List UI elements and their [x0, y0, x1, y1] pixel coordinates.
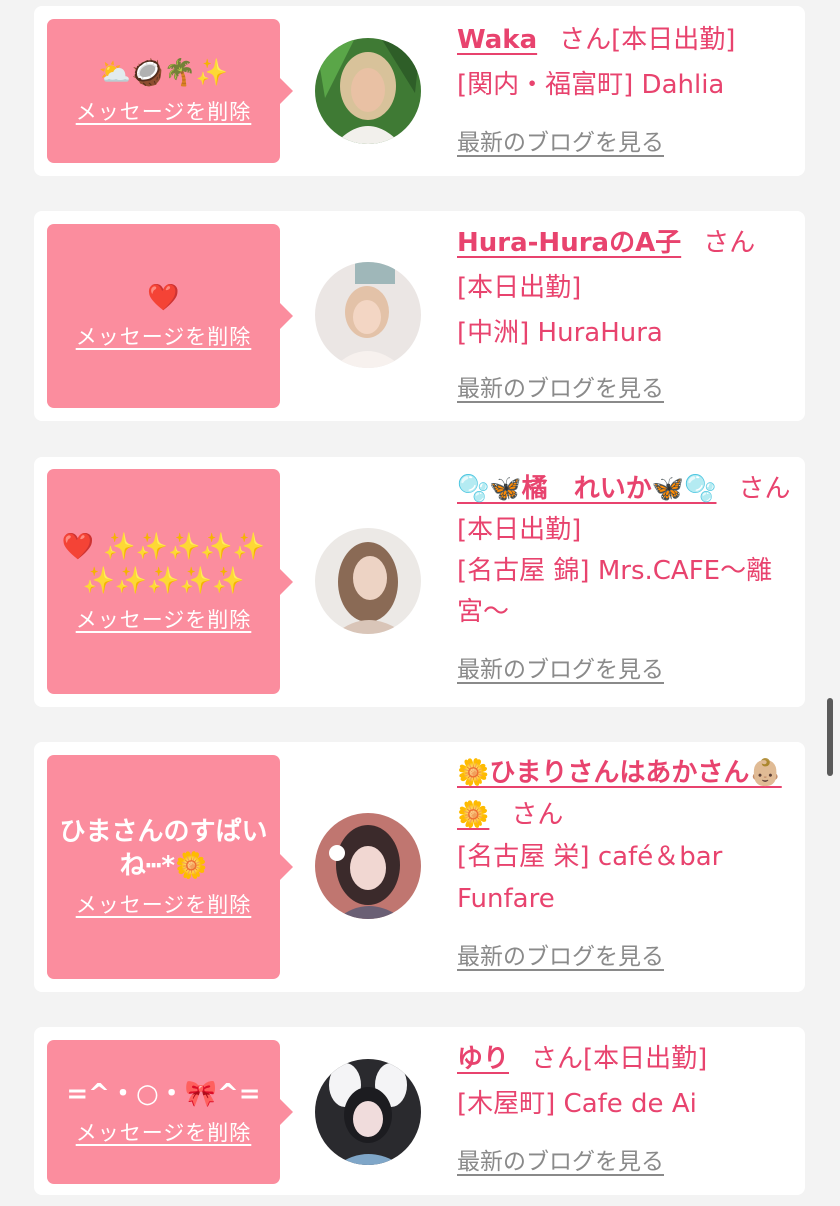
shop-info: [関内・福富町] Dahlia: [457, 70, 725, 100]
cast-name-link[interactable]: 🌼ひまりさんはあかさん👶🏼🌼: [457, 758, 782, 830]
message-card: ひまさんのすぱいね┅*🌼 メッセージを削除 🌼ひまりさんはあかさん👶🏼🌼 さん […: [34, 742, 805, 992]
cast-info: 🌼ひまりさんはあかさん👶🏼🌼 さん [名古屋 栄] café＆bar Funfar…: [457, 752, 795, 980]
message-card: =^・○・🎀^= メッセージを削除 ゆり さん[本日出勤] [木屋町] Cafe …: [34, 1027, 805, 1195]
honorific: さん: [531, 1044, 584, 1074]
shop-info: [名古屋 栄] café＆bar Funfare: [457, 842, 723, 914]
latest-blog-link[interactable]: 最新のブログを見る: [457, 367, 664, 412]
message-text: ❤️ ✨✨✨✨✨✨✨✨✨✨: [61, 531, 266, 596]
message-text: ❤️: [147, 283, 180, 313]
cast-name-link[interactable]: 🫧🦋橘 れいか🦋🫧: [457, 474, 717, 504]
shop-info: [木屋町] Cafe de Ai: [457, 1089, 697, 1119]
message-bubble: ❤️ ✨✨✨✨✨✨✨✨✨✨ メッセージを削除: [47, 469, 293, 694]
shop-info: [名古屋 錦] Mrs.CAFE〜離宮〜: [457, 556, 773, 627]
message-bubble: ⛅🥥🌴✨ メッセージを削除: [47, 19, 293, 163]
avatar[interactable]: [315, 262, 421, 368]
avatar-image: [315, 38, 421, 144]
message-card: ❤️ メッセージを削除 Hura-HuraのA子 さん [本日出勤] [中洲] H…: [34, 211, 805, 421]
avatar[interactable]: [315, 528, 421, 634]
message-text: ひまさんのすぱいね┅*🌼: [59, 817, 268, 881]
delete-message-link[interactable]: メッセージを削除: [76, 1117, 252, 1147]
message-bubble: ❤️ メッセージを削除: [47, 224, 293, 408]
delete-message-link[interactable]: メッセージを削除: [76, 321, 252, 351]
scrollbar[interactable]: [827, 698, 833, 776]
cast-name-link[interactable]: Waka: [457, 25, 537, 55]
avatar-image: [315, 528, 421, 634]
work-status: [本日出勤]: [457, 515, 582, 545]
message-bubble: ひまさんのすぱいね┅*🌼 メッセージを削除: [47, 755, 293, 979]
honorific: さん: [738, 474, 791, 504]
honorific: さん: [703, 228, 756, 258]
latest-blog-link[interactable]: 最新のブログを見る: [457, 935, 664, 980]
delete-message-link[interactable]: メッセージを削除: [76, 604, 252, 634]
cast-info: Hura-HuraのA子 さん [本日出勤] [中洲] HuraHura 最新のブ…: [457, 221, 795, 412]
delete-message-link[interactable]: メッセージを削除: [76, 889, 252, 919]
work-status: [本日出勤]: [583, 1044, 708, 1074]
avatar-image: [315, 262, 421, 368]
cast-info: ゆり さん[本日出勤] [木屋町] Cafe de Ai 最新のブログを見る: [457, 1037, 795, 1185]
work-status: [本日出勤]: [457, 273, 582, 303]
avatar-image: [315, 1059, 421, 1165]
latest-blog-link[interactable]: 最新のブログを見る: [457, 121, 664, 166]
work-status: [本日出勤]: [611, 25, 736, 55]
cast-info: 🫧🦋橘 れいか🦋🫧 さん [本日出勤] [名古屋 錦] Mrs.CAFE〜離宮〜 最…: [457, 469, 795, 693]
message-text: =^・○・🎀^=: [66, 1079, 261, 1109]
cast-name-link[interactable]: Hura-HuraのA子: [457, 228, 681, 258]
message-card: ❤️ ✨✨✨✨✨✨✨✨✨✨ メッセージを削除 🫧🦋橘 れいか🦋🫧 さん [本日出勤]…: [34, 457, 805, 707]
cast-info: Waka さん[本日出勤] [関内・福富町] Dahlia 最新のブログを見る: [457, 18, 795, 166]
avatar[interactable]: [315, 813, 421, 919]
avatar-image: [315, 813, 421, 919]
honorific: さん: [511, 800, 564, 830]
message-text: ⛅🥥🌴✨: [98, 58, 229, 88]
latest-blog-link[interactable]: 最新のブログを見る: [457, 648, 664, 693]
message-bubble: =^・○・🎀^= メッセージを削除: [47, 1040, 293, 1184]
shop-info: [中洲] HuraHura: [457, 318, 663, 348]
latest-blog-link[interactable]: 最新のブログを見る: [457, 1140, 664, 1185]
honorific: さん: [559, 25, 612, 55]
avatar[interactable]: [315, 38, 421, 144]
delete-message-link[interactable]: メッセージを削除: [76, 96, 252, 126]
cast-name-link[interactable]: ゆり: [457, 1044, 509, 1074]
avatar[interactable]: [315, 1059, 421, 1165]
message-card: ⛅🥥🌴✨ メッセージを削除 Waka さん[本日出勤] [関内・福富町] Dahl…: [34, 6, 805, 176]
